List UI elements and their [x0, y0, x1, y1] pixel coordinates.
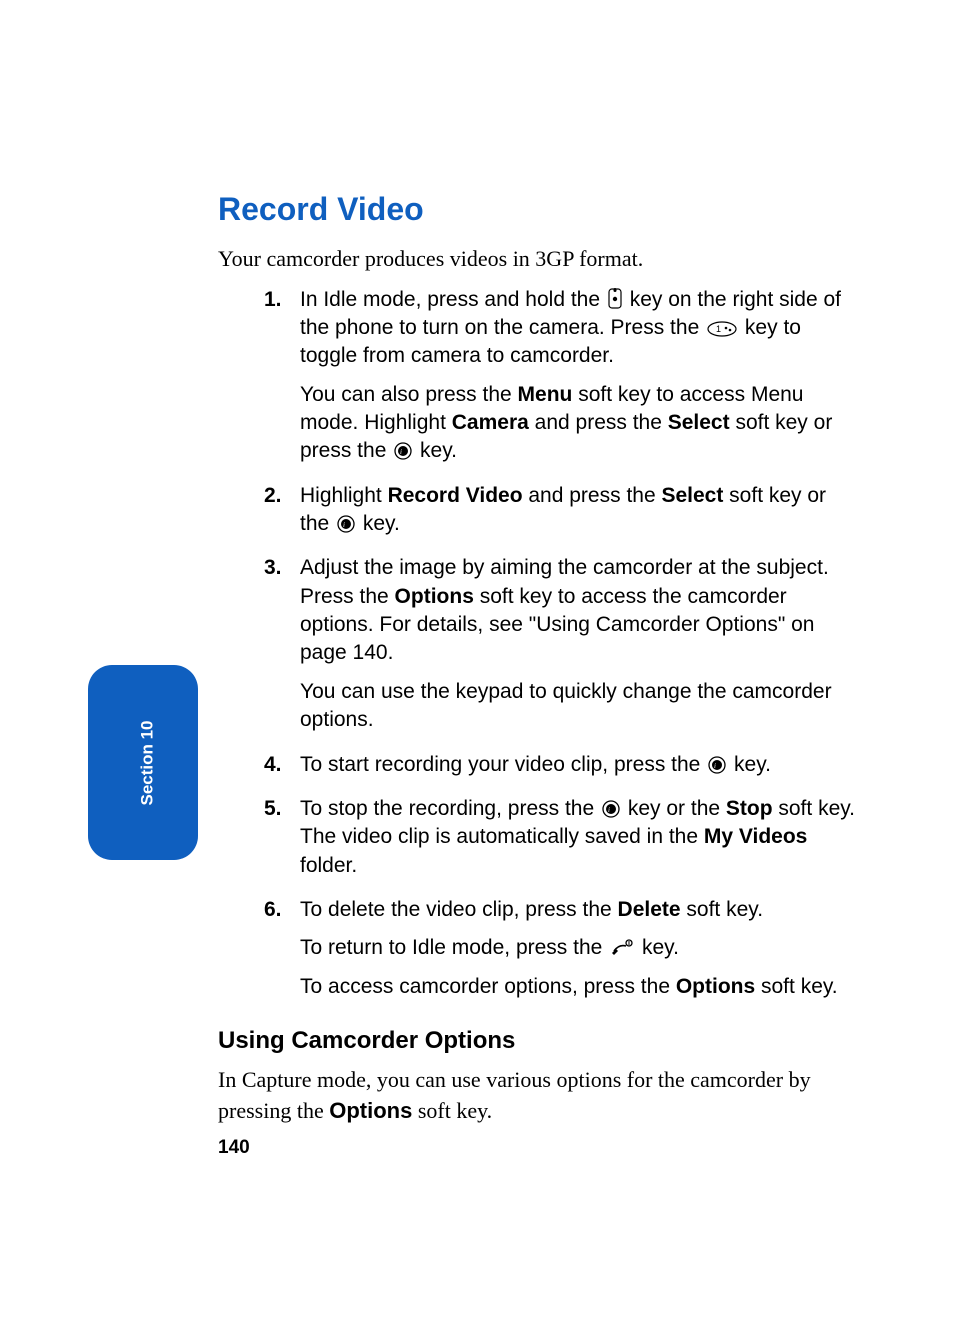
- step-text: To start recording your video clip, pres…: [300, 753, 706, 776]
- step-text: and press the: [523, 484, 662, 507]
- step-text: key.: [728, 753, 771, 776]
- step-paragraph: Highlight Record Video and press the Sel…: [300, 482, 860, 539]
- step-text: To delete the video clip, press the: [300, 898, 618, 921]
- step-paragraph: You can also press the Menu soft key to …: [300, 381, 860, 466]
- step-text: folder.: [300, 854, 357, 877]
- step-paragraph: To delete the video clip, press the Dele…: [300, 896, 860, 924]
- step-text: key or the: [622, 797, 726, 820]
- subheading: Using Camcorder Options: [218, 1027, 860, 1055]
- bold-text: Camera: [452, 411, 529, 434]
- step-paragraph: To start recording your video clip, pres…: [300, 751, 860, 779]
- step-3: 3. Adjust the image by aiming the camcor…: [300, 554, 860, 750]
- step-text: key.: [357, 512, 400, 535]
- step-number: 6.: [264, 896, 282, 924]
- step-paragraph: In Idle mode, press and hold the key on …: [300, 286, 860, 371]
- ok-key-icon: i: [337, 515, 355, 533]
- manual-page: Section 10 Record Video Your camcorder p…: [0, 0, 954, 1319]
- bold-text: Stop: [726, 797, 773, 820]
- step-2: 2. Highlight Record Video and press the …: [300, 482, 860, 555]
- step-number: 4.: [264, 751, 282, 779]
- step-paragraph: To access camcorder options, press the O…: [300, 973, 860, 1001]
- sub-body: In Capture mode, you can use various opt…: [218, 1065, 860, 1127]
- page-content: Record Video Your camcorder produces vid…: [218, 191, 860, 1159]
- step-4: 4. To start recording your video clip, p…: [300, 751, 860, 795]
- ok-key-icon: i: [602, 800, 620, 818]
- step-number: 1.: [264, 286, 282, 314]
- body-text: soft key.: [412, 1098, 492, 1123]
- svg-text:i: i: [400, 448, 402, 456]
- step-number: 3.: [264, 554, 282, 582]
- step-paragraph: To stop the recording, press the i key o…: [300, 795, 860, 880]
- body-text: In Capture mode, you can use various opt…: [218, 1067, 811, 1123]
- ok-key-icon: i: [708, 756, 726, 774]
- end-key-icon: [610, 939, 634, 957]
- step-text: To access camcorder options, press the: [300, 975, 676, 998]
- step-1: 1. In Idle mode, press and hold the key …: [300, 286, 860, 482]
- step-paragraph: You can use the keypad to quickly change…: [300, 678, 860, 735]
- step-text: To stop the recording, press the: [300, 797, 600, 820]
- ok-key-icon: i: [394, 442, 412, 460]
- bold-text: My Videos: [704, 825, 807, 848]
- step-number: 5.: [264, 795, 282, 823]
- intro-text: Your camcorder produces videos in 3GP fo…: [218, 244, 860, 274]
- step-text: Highlight: [300, 484, 388, 507]
- step-number: 2.: [264, 482, 282, 510]
- svg-text:i: i: [714, 762, 716, 770]
- section-tab-label: Section 10: [137, 720, 157, 805]
- step-text: You can also press the: [300, 383, 518, 406]
- step-paragraph: To return to Idle mode, press the key.: [300, 934, 860, 962]
- step-text: soft key.: [755, 975, 837, 998]
- step-paragraph: Adjust the image by aiming the camcorder…: [300, 554, 860, 667]
- bold-text: Select: [668, 411, 730, 434]
- bold-text: Select: [661, 484, 723, 507]
- step-5: 5. To stop the recording, press the i ke…: [300, 795, 860, 896]
- bold-text: Delete: [618, 898, 681, 921]
- bold-text: Menu: [518, 383, 573, 406]
- step-text: and press the: [529, 411, 668, 434]
- page-number: 140: [218, 1137, 860, 1159]
- svg-text:i: i: [343, 521, 345, 529]
- svg-text:1: 1: [716, 324, 721, 334]
- step-text: soft key.: [681, 898, 763, 921]
- step-text: In Idle mode, press and hold the: [300, 288, 606, 311]
- bold-text: Options: [395, 585, 474, 608]
- bold-text: Options: [676, 975, 755, 998]
- bold-text: Record Video: [388, 484, 523, 507]
- step-6: 6. To delete the video clip, press the D…: [300, 896, 860, 1017]
- step-text: key.: [636, 936, 679, 959]
- step-text: key.: [414, 439, 457, 462]
- steps-list: 1. In Idle mode, press and hold the key …: [218, 286, 860, 1017]
- one-key-icon: 1: [707, 321, 737, 337]
- page-heading: Record Video: [218, 191, 860, 228]
- svg-text:i: i: [608, 806, 610, 814]
- step-text: You can use the keypad to quickly change…: [300, 680, 832, 731]
- camera-key-icon: [608, 288, 622, 309]
- section-tab: Section 10: [88, 665, 198, 860]
- bold-text: Options: [329, 1098, 412, 1123]
- step-text: To return to Idle mode, press the: [300, 936, 608, 959]
